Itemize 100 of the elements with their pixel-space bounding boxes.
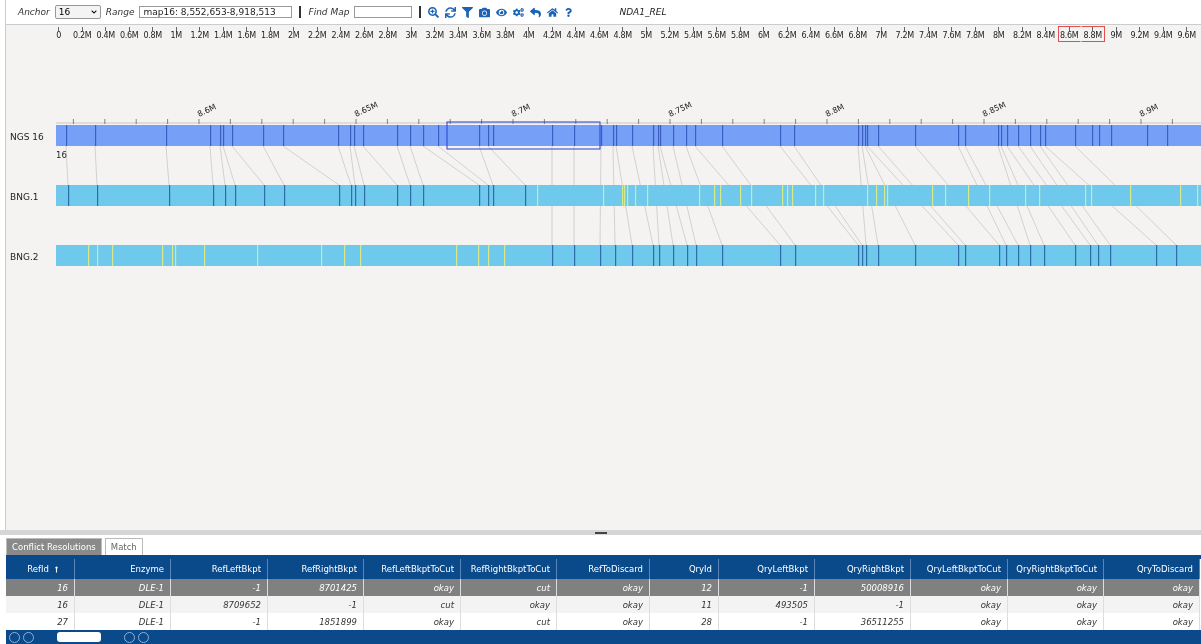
anchor-label: Anchor	[18, 7, 50, 17]
column-header[interactable]: QryToDiscard	[1104, 559, 1200, 579]
ruler-label: 3.4M	[449, 31, 468, 40]
table-cell: okay	[364, 579, 461, 596]
ruler-label: 8.4M	[1036, 31, 1055, 40]
ruler-label: 0	[56, 31, 62, 40]
ruler-label: 6.4M	[801, 31, 820, 40]
ruler-label: 1.8M	[261, 31, 280, 40]
table-cell: -1	[171, 579, 268, 596]
ruler-label: 7.2M	[895, 31, 914, 40]
ruler-label: 7.4M	[919, 31, 938, 40]
table-cell: 8701425	[268, 579, 364, 596]
table-cell: okay	[557, 596, 650, 613]
splitter-handle[interactable]	[594, 531, 607, 534]
find-map-label: Find Map	[308, 7, 350, 17]
table-cell: okay	[1008, 579, 1104, 596]
table-cell: 493505	[719, 596, 815, 613]
table-cell: 50008916	[815, 579, 911, 596]
home-icon[interactable]	[547, 6, 559, 18]
ruler-label: 9.6M	[1177, 31, 1196, 40]
ruler-label: 8M	[993, 31, 1005, 40]
selection-box[interactable]	[446, 121, 601, 150]
column-header[interactable]: RefId	[6, 559, 75, 579]
ruler-label: 6.6M	[825, 31, 844, 40]
ruler-label: 4.6M	[590, 31, 609, 40]
help-icon[interactable]	[564, 7, 574, 17]
camera-icon[interactable]	[479, 6, 491, 18]
ruler-label: 8.8M	[1083, 31, 1102, 40]
ruler-label: 2M	[288, 31, 300, 40]
settings-icon[interactable]	[513, 6, 525, 18]
ruler-label: 9.4M	[1154, 31, 1173, 40]
table-cell: okay	[1008, 596, 1104, 613]
table-cell: okay	[1104, 596, 1200, 613]
ruler-label: 1M	[170, 31, 182, 40]
ruler-label: 4.2M	[543, 31, 562, 40]
table-cell: -1	[815, 596, 911, 613]
column-header[interactable]: QryId	[650, 559, 719, 579]
track-id-label: 16	[56, 150, 67, 160]
column-header[interactable]: QryRightBkpt	[815, 559, 911, 579]
ruler-label: 1.4M	[214, 31, 233, 40]
column-header[interactable]: RefRightBkpt	[268, 559, 364, 579]
tab[interactable]: Match	[104, 538, 143, 555]
column-header[interactable]: QryRightBkptToCut	[1008, 559, 1104, 579]
column-header[interactable]: QryLeftBkpt	[719, 559, 815, 579]
zoom-in-icon[interactable]	[428, 6, 440, 18]
table-cell: 12	[650, 579, 719, 596]
dataset-name: NDA1_REL	[619, 7, 667, 17]
ruler-label: 7.8M	[966, 31, 985, 40]
ruler-label: 3.6M	[472, 31, 491, 40]
page-field[interactable]	[57, 632, 101, 642]
anchor-select[interactable]: 16	[54, 5, 101, 19]
ruler-label: 3.8M	[496, 31, 515, 40]
ruler-label: 9M	[1110, 31, 1122, 40]
ruler-label: 4.4M	[566, 31, 585, 40]
find-map-field[interactable]	[354, 6, 413, 18]
track-label: BNG.2	[10, 252, 39, 262]
column-header[interactable]: RefToDiscard	[557, 559, 650, 579]
ruler-label: 5.4M	[684, 31, 703, 40]
axis-label: 8.9M	[1138, 102, 1160, 119]
ruler-label: 2.4M	[331, 31, 350, 40]
eye-icon[interactable]	[496, 6, 508, 18]
undo-icon[interactable]	[530, 6, 542, 18]
ruler-label: 3.2M	[425, 31, 444, 40]
table-cell: 11	[650, 596, 719, 613]
column-header[interactable]: Enzyme	[75, 559, 171, 579]
refresh-icon[interactable]	[445, 6, 457, 18]
table-cell: okay	[1104, 579, 1200, 596]
ruler-label: 6.2M	[778, 31, 797, 40]
ruler-label: 9.2M	[1130, 31, 1149, 40]
track-label: NGS 16	[10, 132, 44, 142]
ruler-label: 0.4M	[96, 31, 115, 40]
table-cell: 8709652	[171, 596, 268, 613]
table-cell: okay	[557, 579, 650, 596]
ruler-label: 2.6M	[355, 31, 374, 40]
axis-label: 8.8M	[824, 102, 846, 119]
ruler-label: 7M	[875, 31, 887, 40]
table-cell: -1	[268, 596, 364, 613]
table-cell: -1	[719, 579, 815, 596]
track-label: BNG.1	[10, 192, 39, 202]
ruler-label: 6.8M	[848, 31, 867, 40]
column-header[interactable]: RefLeftBkptToCut	[364, 559, 461, 579]
filter-icon[interactable]	[462, 6, 474, 18]
ruler-label: 0.6M	[120, 31, 139, 40]
column-header[interactable]: RefRightBkptToCut	[461, 559, 557, 579]
table-cell: 16	[6, 596, 75, 613]
table-cell: okay	[461, 596, 557, 613]
ruler-label: 1.6M	[237, 31, 256, 40]
ruler-label: 3M	[405, 31, 417, 40]
column-header[interactable]: QryLeftBkptToCut	[911, 559, 1008, 579]
range-field[interactable]: map16: 8,552,653-8,918,513	[139, 6, 293, 18]
ruler-label: 5.2M	[660, 31, 679, 40]
column-header[interactable]: RefLeftBkpt	[171, 559, 268, 579]
table-cell: DLE-1	[75, 579, 171, 596]
table-cell: okay	[911, 579, 1008, 596]
table-cell: cut	[461, 579, 557, 596]
ruler-label: 8.6M	[1060, 31, 1079, 40]
ruler-label: 1.2M	[190, 31, 209, 40]
axis-label: 8.7M	[510, 102, 532, 119]
chevron-down-icon	[90, 9, 97, 15]
ruler-label: 5.8M	[731, 31, 750, 40]
